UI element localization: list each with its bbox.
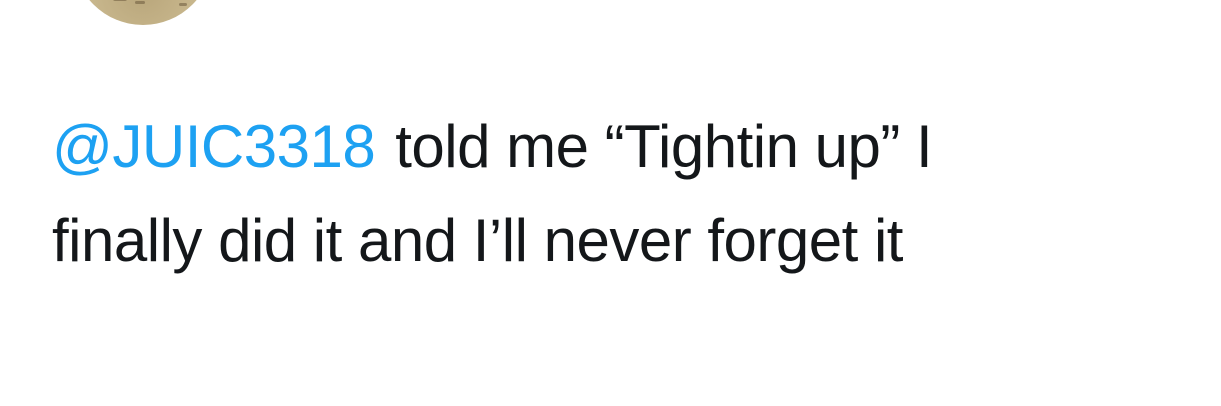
tweet-body: @JUIC3318 told me “Tightin up” I finally … xyxy=(52,100,1172,288)
avatar-detail xyxy=(135,1,145,4)
tweet-text-line-1: told me “Tightin up” I xyxy=(395,113,933,180)
avatar-detail xyxy=(179,3,187,6)
tweet-text-line-2: finally did it and I’ll never forget it xyxy=(52,207,903,274)
mention-link[interactable]: @JUIC3318 xyxy=(52,113,376,180)
profile-avatar[interactable] xyxy=(73,0,213,25)
avatar-detail xyxy=(113,0,127,1)
